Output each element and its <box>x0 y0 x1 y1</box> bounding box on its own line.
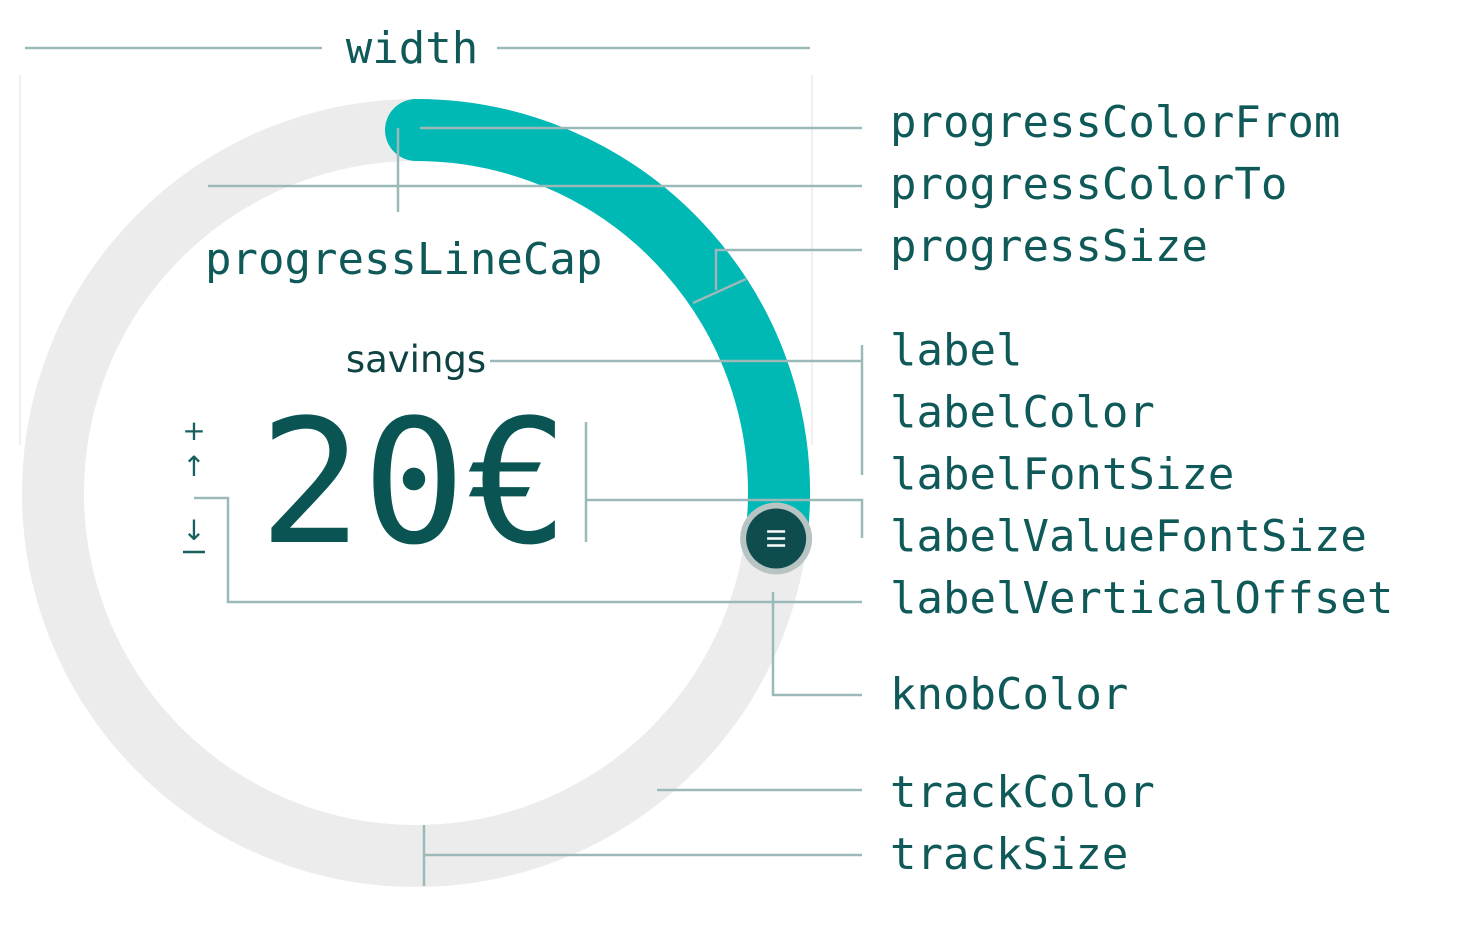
annotation-progress-color-to: progressColorTo <box>890 159 1287 210</box>
circular-slider-diagram: savings 20€ + ↑ ↓ width progressLineCap … <box>0 0 1460 948</box>
annotation-progress-color-from: progressColorFrom <box>890 97 1340 148</box>
annotation-track-size: trackSize <box>890 829 1128 880</box>
offset-down-arrow-icon: ↓ <box>182 514 205 547</box>
offset-plus-glyph: + <box>182 414 205 447</box>
annotation-knob-color: knobColor <box>890 669 1128 720</box>
annotation-label-font-size: labelFontSize <box>890 449 1234 500</box>
annotation-progress-size: progressSize <box>890 221 1208 272</box>
annotation-label-color: labelColor <box>890 387 1155 438</box>
slider-label: savings <box>346 338 486 381</box>
annotation-label: label <box>890 325 1022 376</box>
annotation-track-color: trackColor <box>890 767 1155 818</box>
diagram-canvas: savings 20€ + ↑ ↓ width progressLineCap … <box>19 23 1393 887</box>
annotation-width: width <box>346 23 478 74</box>
offset-up-arrow-icon: ↑ <box>182 450 205 483</box>
leader-label-value-font-size <box>586 498 864 538</box>
annotation-progress-line-cap: progressLineCap <box>205 234 602 285</box>
annotation-label-vertical-offset: labelVerticalOffset <box>890 573 1393 624</box>
slider-value: 20€ <box>259 382 570 583</box>
slider-knob[interactable] <box>740 502 813 575</box>
annotation-label-value-font-size: labelValueFontSize <box>890 511 1367 562</box>
